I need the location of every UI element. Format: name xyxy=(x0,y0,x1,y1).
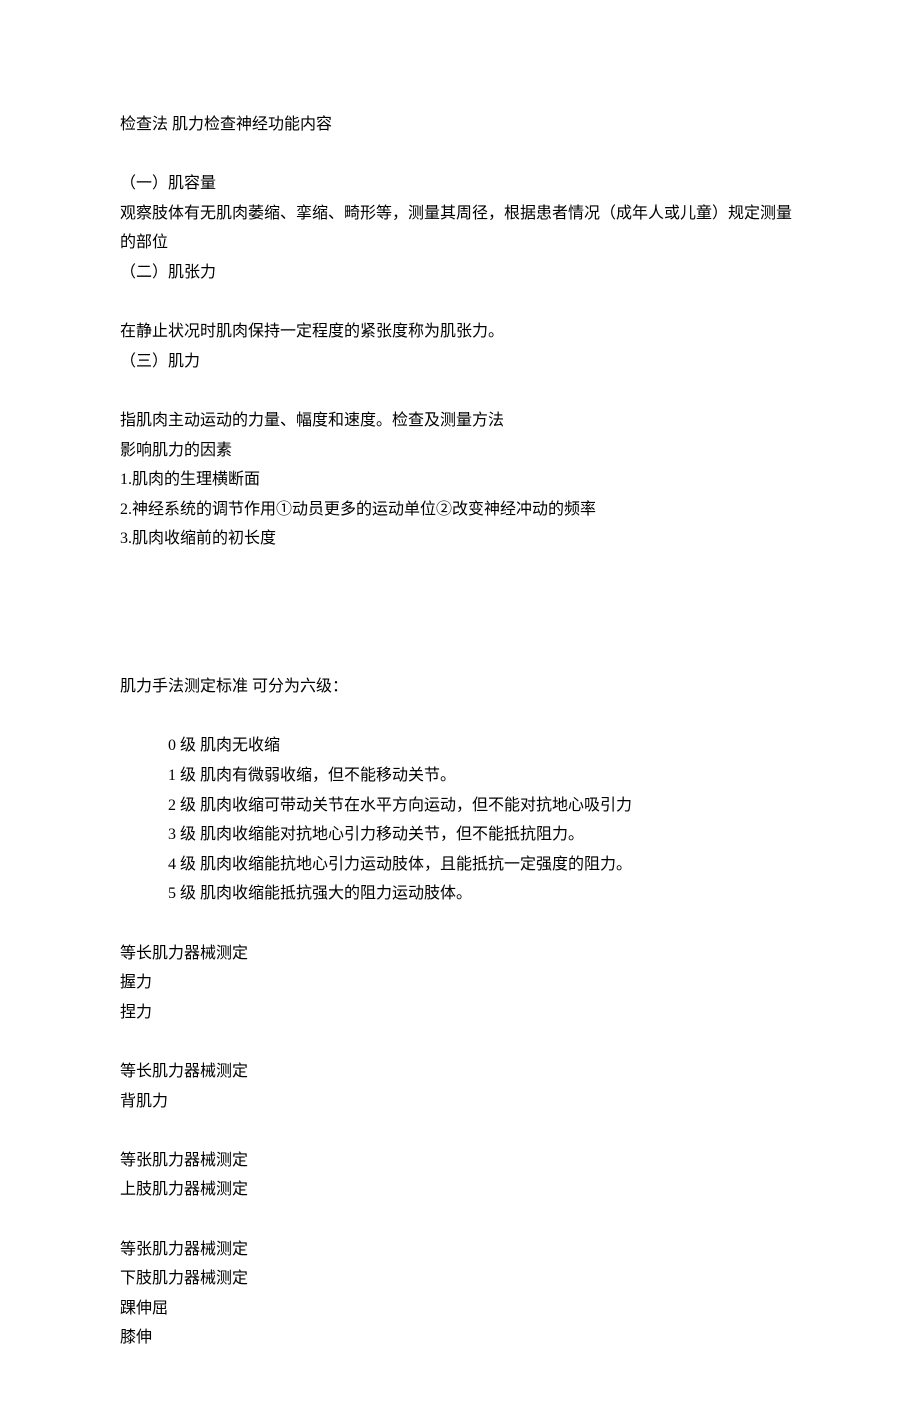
grade-desc: 肌肉收缩能抗地心引力运动肢体，且能抵抗一定强度的阻力。 xyxy=(200,856,632,873)
measurement-line: 捏力 xyxy=(120,998,800,1028)
measurement-line: 等长肌力器械测定 xyxy=(120,939,800,969)
document-page: 检查法 肌力检查神经功能内容 （一）肌容量 观察肢体有无肌肉萎缩、挛缩、畸形等，… xyxy=(0,0,920,1413)
measurement-line: 踝伸屈 xyxy=(120,1294,800,1324)
spacer xyxy=(120,702,800,732)
section-body-line: 在静止状况时肌肉保持一定程度的紧张度称为肌张力。 xyxy=(120,317,800,347)
measurement-line: 握力 xyxy=(120,968,800,998)
measurement-block: 等张肌力器械测定 下肢肌力器械测定 踝伸屈 膝伸 xyxy=(120,1235,800,1353)
spacer xyxy=(120,1205,800,1235)
grade-row: 3 级 肌肉收缩能对抗地心引力移动关节，但不能抵抗阻力。 xyxy=(168,820,800,850)
spacer xyxy=(120,376,800,406)
measurement-block: 等张肌力器械测定 上肢肌力器械测定 xyxy=(120,1146,800,1205)
grade-desc: 肌肉收缩可带动关节在水平方向运动，但不能对抗地心吸引力 xyxy=(200,797,632,814)
grade-desc: 肌肉无收缩 xyxy=(200,737,280,754)
grade-row: 4 级 肌肉收缩能抗地心引力运动肢体，且能抵抗一定强度的阻力。 xyxy=(168,850,800,880)
grade-row: 5 级 肌肉收缩能抵抗强大的阻力运动肢体。 xyxy=(168,879,800,909)
section-body-line: 影响肌力的因素 xyxy=(120,436,800,466)
grade-level: 1 级 xyxy=(168,767,196,784)
measurement-line: 背肌力 xyxy=(120,1087,800,1117)
section-body-line: 1.肌肉的生理横断面 xyxy=(120,465,800,495)
measurement-line: 上肢肌力器械测定 xyxy=(120,1175,800,1205)
grade-level: 2 级 xyxy=(168,797,196,814)
measurement-block: 等长肌力器械测定 握力 捏力 xyxy=(120,939,800,1028)
measurement-block: 等长肌力器械测定 背肌力 xyxy=(120,1057,800,1116)
section-1: （一）肌容量 观察肢体有无肌肉萎缩、挛缩、畸形等，测量其周径，根据患者情况（成年… xyxy=(120,169,800,258)
spacer xyxy=(120,288,800,318)
grade-desc: 肌肉收缩能抵抗强大的阻力运动肢体。 xyxy=(200,885,472,902)
grade-row: 0 级 肌肉无收缩 xyxy=(168,731,800,761)
section-heading: （三）肌力 xyxy=(120,347,800,377)
spacer xyxy=(120,554,800,672)
section-heading: （一）肌容量 xyxy=(120,169,800,199)
grades-list: 0 级 肌肉无收缩 1 级 肌肉有微弱收缩，但不能移动关节。 2 级 肌肉收缩可… xyxy=(120,731,800,909)
grade-desc: 肌肉有微弱收缩，但不能移动关节。 xyxy=(200,767,456,784)
section-body-line: 指肌肉主动运动的力量、幅度和速度。检查及测量方法 xyxy=(120,406,800,436)
grade-level: 0 级 xyxy=(168,737,196,754)
section-body-line: 3.肌肉收缩前的初长度 xyxy=(120,524,800,554)
section-body-line: 观察肢体有无肌肉萎缩、挛缩、畸形等，测量其周径，根据患者情况（成年人或儿童）规定… xyxy=(120,199,800,258)
grade-desc: 肌肉收缩能对抗地心引力移动关节，但不能抵抗阻力。 xyxy=(200,826,584,843)
section-heading: （二）肌张力 xyxy=(120,258,800,288)
spacer xyxy=(120,1116,800,1146)
measurement-line: 等长肌力器械测定 xyxy=(120,1057,800,1087)
section-3: （三）肌力 指肌肉主动运动的力量、幅度和速度。检查及测量方法 影响肌力的因素 1… xyxy=(120,347,800,554)
grades-heading: 肌力手法测定标准 可分为六级： xyxy=(120,672,800,702)
grade-level: 3 级 xyxy=(168,826,196,843)
spacer xyxy=(120,1027,800,1057)
title: 检查法 肌力检查神经功能内容 xyxy=(120,110,800,140)
measurement-line: 等张肌力器械测定 xyxy=(120,1146,800,1176)
spacer xyxy=(120,909,800,939)
measurement-line: 等张肌力器械测定 xyxy=(120,1235,800,1265)
grade-level: 4 级 xyxy=(168,856,196,873)
section-2: （二）肌张力 在静止状况时肌肉保持一定程度的紧张度称为肌张力。 xyxy=(120,258,800,347)
measurement-line: 膝伸 xyxy=(120,1323,800,1353)
spacer xyxy=(120,140,800,170)
grade-row: 1 级 肌肉有微弱收缩，但不能移动关节。 xyxy=(168,761,800,791)
grade-level: 5 级 xyxy=(168,885,196,902)
measurement-line: 下肢肌力器械测定 xyxy=(120,1264,800,1294)
grade-row: 2 级 肌肉收缩可带动关节在水平方向运动，但不能对抗地心吸引力 xyxy=(168,791,800,821)
section-body-line: 2.神经系统的调节作用①动员更多的运动单位②改变神经冲动的频率 xyxy=(120,495,800,525)
